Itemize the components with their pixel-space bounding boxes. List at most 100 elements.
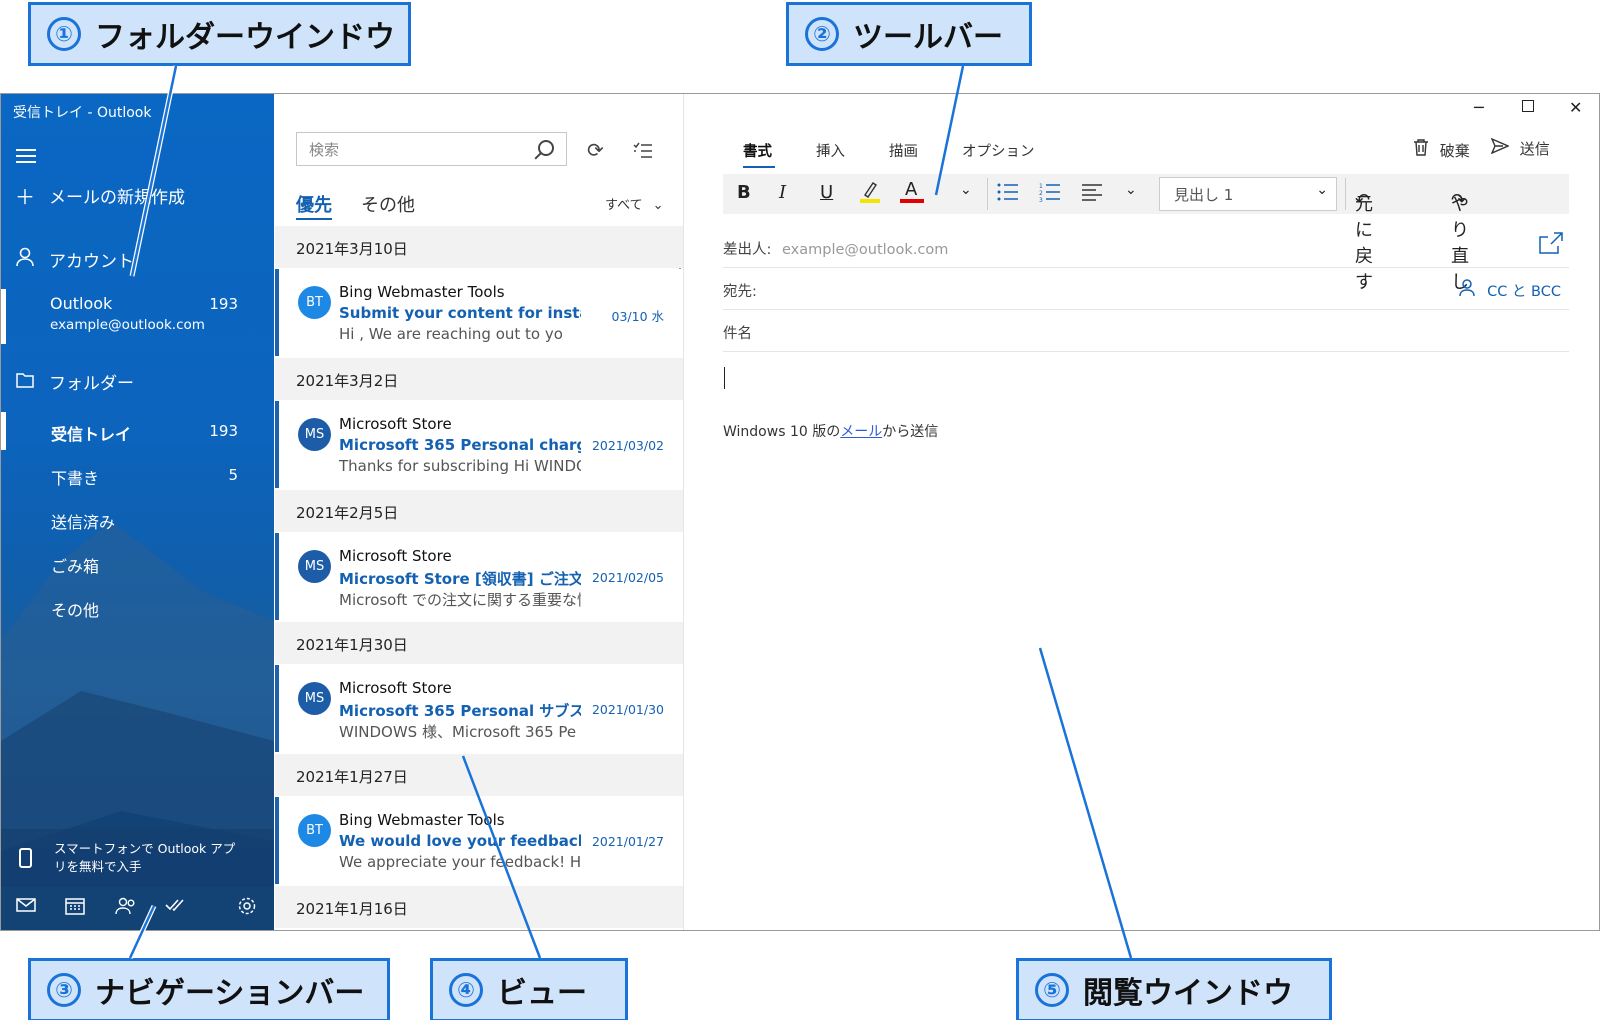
text-cursor [724, 367, 725, 389]
align-icon[interactable] [1081, 182, 1103, 207]
toolbar-divider [1345, 178, 1346, 210]
folder-item-sent[interactable]: 送信済み [1, 500, 274, 540]
new-mail-button[interactable]: ＋ メールの新規作成 [1, 180, 274, 210]
numbered-list-icon[interactable]: 123 [1039, 182, 1061, 207]
folders-header[interactable]: フォルダー [1, 366, 274, 396]
mail-date: 03/10 水 [611, 309, 665, 324]
callout-label: 閲覧ウインドウ [1083, 976, 1293, 1011]
mail-icon[interactable] [16, 897, 36, 917]
list-item[interactable]: MS Microsoft Store Microsoft 365 Persona… [275, 401, 683, 488]
format-toolbar: B I U A ⌄ 123 ⌄ 見出し 1 ⌄ ↶ 元に戻す ↷ やり直し [723, 174, 1569, 293]
style-dropdown[interactable]: 見出し 1 ⌄ [1159, 177, 1337, 211]
contact-picker-icon[interactable] [1459, 279, 1475, 301]
folder-count: 193 [209, 422, 238, 440]
avatar: BT [298, 286, 331, 319]
cc-bcc-button[interactable]: CC と BCC [1487, 280, 1561, 301]
mail-date: 2021/01/30 [591, 702, 664, 717]
sync-icon[interactable]: ⟳ [587, 138, 604, 162]
svg-text:A: A [905, 179, 918, 200]
list-item[interactable]: MS Microsoft Store Microsoft Store [領収書]… [275, 533, 683, 620]
callout-toolbar: ② ツールバー [786, 2, 1032, 66]
folders-label: フォルダー [49, 373, 134, 394]
mail-subject: Microsoft 365 Personal charged su [339, 436, 581, 454]
trash-icon [1413, 139, 1429, 160]
tab-focused-underline [296, 218, 332, 220]
date-group-header: 2021年1月27日 [275, 754, 683, 796]
date-group-header: 2021年2月5日 [275, 490, 683, 532]
settings-icon[interactable] [237, 896, 257, 920]
paragraph-more-chevron-icon[interactable]: ⌄ [1125, 182, 1137, 198]
mail-body[interactable]: Windows 10 版のメールから送信 [723, 421, 938, 441]
tab-insert[interactable]: 挿入 [816, 140, 845, 161]
discard-button[interactable]: 破棄 [1413, 138, 1470, 161]
filter-dropdown[interactable]: すべて ⌄ [605, 194, 663, 213]
date-group-header: 2021年1月30日 [275, 622, 683, 664]
mail-date: 2021/01/27 [591, 834, 664, 849]
date-group-header: 2021年3月2日 [275, 358, 683, 400]
italic-button[interactable]: I [779, 182, 786, 203]
highlight-icon[interactable] [859, 180, 881, 209]
person-icon [1, 247, 49, 272]
folder-item-inbox[interactable]: 受信トレイ 193 [1, 412, 274, 452]
account-unread-count: 193 [209, 295, 238, 313]
font-color-icon[interactable]: A [899, 178, 925, 211]
callout-folder-window: ① フォルダーウインドウ [28, 2, 411, 66]
message-list-view: 検索 ⟳ 優先 その他 すべて ⌄ 2021年3月10日 BT Bing Webm… [275, 94, 684, 930]
maximize-icon[interactable] [1522, 100, 1534, 112]
folder-item-other[interactable]: その他 [1, 588, 274, 628]
calendar-icon[interactable] [65, 897, 85, 919]
folder-label: 下書き [51, 469, 100, 488]
mail-sender: Microsoft Store [339, 415, 452, 433]
list-item[interactable]: BT Bing Webmaster Tools We would love yo… [275, 797, 683, 884]
account-item[interactable]: Outlook 193 example@outlook.com [1, 290, 274, 345]
from-field[interactable]: 差出人: example@outlook.com [723, 226, 1569, 268]
to-field[interactable]: 宛先: CC と BCC [723, 268, 1569, 310]
send-icon [1490, 137, 1510, 158]
popout-icon[interactable] [1539, 232, 1563, 258]
app-promo-banner[interactable]: スマートフォンで Outlook アプリを無料で入手 [1, 829, 274, 887]
tab-draw[interactable]: 描画 [889, 140, 918, 161]
search-icon[interactable] [538, 140, 554, 156]
filter-label: すべて [605, 198, 643, 213]
mail-date: 2021/03/02 [591, 438, 664, 453]
date-group-header: 2021年3月10日 [275, 226, 683, 268]
chevron-down-icon: ⌄ [1316, 182, 1328, 198]
selection-mode-icon[interactable] [633, 140, 653, 164]
discard-label: 破棄 [1439, 142, 1470, 160]
todo-icon[interactable] [165, 897, 185, 917]
underline-button[interactable]: U [820, 182, 833, 203]
close-icon[interactable]: ✕ [1569, 98, 1582, 117]
callout-number: ④ [449, 973, 483, 1007]
callout-label: ビュー [497, 976, 587, 1011]
people-icon[interactable] [115, 897, 137, 919]
mail-preview: Thanks for subscribing Hi WINDOW [339, 457, 581, 475]
accounts-header[interactable]: アカウント [1, 244, 274, 274]
list-item[interactable]: BT Bing Webmaster Tools Submit your cont… [275, 269, 683, 356]
date-group-header: 2021年1月16日 [275, 886, 683, 928]
signature-link[interactable]: メール [840, 424, 882, 440]
list-item[interactable]: MS Microsoft Store Microsoft 365 Persona… [275, 665, 683, 752]
send-button[interactable]: 送信 [1490, 137, 1550, 159]
bold-button[interactable]: B [737, 182, 751, 203]
tab-format[interactable]: 書式 [743, 140, 772, 161]
tab-focused[interactable]: 優先 [296, 191, 332, 217]
folder-item-trash[interactable]: ごみ箱 [1, 544, 274, 584]
hamburger-icon[interactable] [16, 145, 36, 167]
mail-sender: Bing Webmaster Tools [339, 811, 505, 829]
outlook-window: 受信トレイ - Outlook ＋ メールの新規作成 アカウント Outlook … [0, 93, 1600, 931]
folder-item-drafts[interactable]: 下書き 5 [1, 456, 274, 496]
bullet-list-icon[interactable] [997, 182, 1019, 207]
mail-sender: Bing Webmaster Tools [339, 283, 505, 301]
avatar: BT [298, 814, 331, 847]
tab-other[interactable]: その他 [361, 191, 415, 217]
folder-label: 送信済み [51, 513, 116, 532]
folder-label: ごみ箱 [51, 557, 100, 576]
minimize-icon[interactable]: ─ [1474, 98, 1484, 117]
search-input[interactable]: 検索 [296, 132, 567, 166]
folder-label: 受信トレイ [51, 425, 132, 444]
font-more-chevron-icon[interactable]: ⌄ [960, 182, 972, 198]
avatar: MS [298, 550, 331, 583]
callout-number: ③ [47, 973, 81, 1007]
tab-options[interactable]: オプション [962, 140, 1035, 161]
subject-field[interactable]: 件名 [723, 310, 1569, 352]
